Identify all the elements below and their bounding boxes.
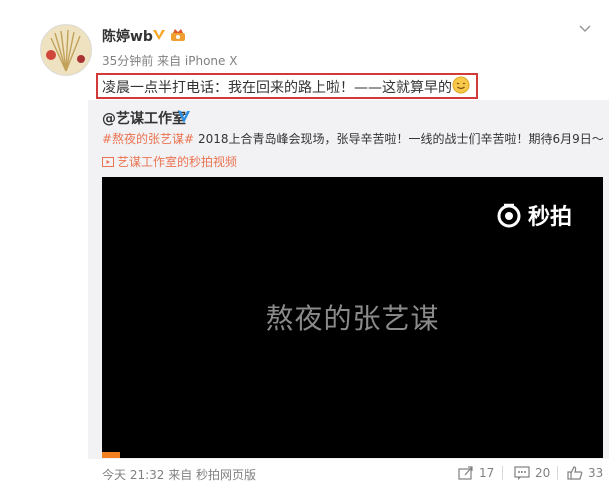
vip-crown-icon[interactable] [170, 28, 186, 42]
repost-footer-meta: 今天 21:32 来自 秒拍网页版 [102, 468, 257, 482]
comment-button[interactable]: 20 [514, 466, 550, 480]
repost-author[interactable]: @艺谋工作室 [102, 108, 186, 128]
verified-blue-v-icon [178, 111, 190, 123]
author-name[interactable]: 陈婷wb [102, 26, 153, 46]
video-link-label: 艺谋工作室的秒拍视频 [117, 155, 238, 169]
post-meta: 35分钟前 来自 iPhone X [102, 54, 238, 68]
video-link[interactable]: 艺谋工作室的秒拍视频 [102, 153, 237, 170]
like-button[interactable]: 33 [567, 466, 603, 480]
video-icon [102, 157, 114, 167]
video-title: 熬夜的张艺谋 [265, 302, 440, 335]
chevron-down-icon[interactable] [578, 24, 592, 34]
post-text: 凌晨一点半打电话：我在回来的路上啦！——这就算早的 [102, 80, 452, 96]
repost-body: 2018上合青岛峰会现场，张导辛苦啦！一线的战士们辛苦啦！期待6月9日～ [194, 132, 604, 146]
comment-icon [514, 466, 530, 480]
thumbs-up-icon [567, 466, 583, 480]
video-watermark: 秒拍 [496, 199, 572, 231]
emoji-icon [452, 76, 470, 94]
like-count: 33 [588, 466, 604, 480]
repost-text: #熬夜的张艺谋# 2018上合青岛峰会现场，张导辛苦啦！一线的战士们辛苦啦！期待… [102, 130, 604, 147]
comment-count: 20 [535, 466, 551, 480]
hashtag-link[interactable]: #熬夜的张艺谋# [102, 132, 194, 146]
divider [502, 466, 503, 480]
camera-lens-icon [497, 203, 521, 228]
forward-count: 17 [479, 466, 495, 480]
divider [557, 466, 558, 480]
avatar[interactable] [40, 24, 92, 76]
verified-badge-icon [153, 30, 165, 40]
forward-icon [458, 466, 473, 480]
watermark-label: 秒拍 [528, 205, 573, 230]
video-progress[interactable] [102, 452, 120, 458]
forward-button[interactable]: 17 [458, 466, 494, 480]
